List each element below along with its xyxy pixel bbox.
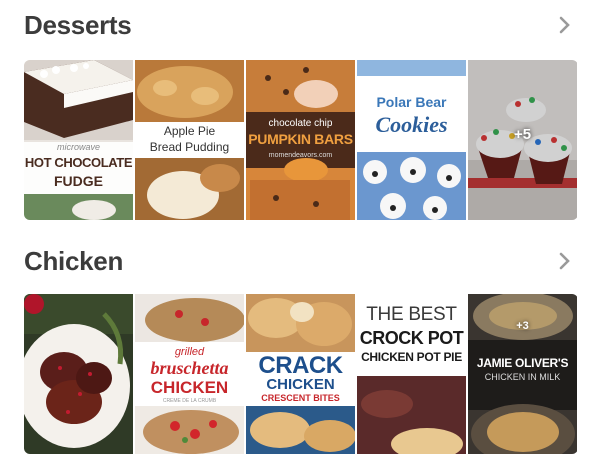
tile-caption-line1: Polar Bear bbox=[376, 94, 447, 110]
section-title: Chicken bbox=[24, 246, 124, 276]
tile-caption-line3: CHICKEN bbox=[150, 378, 229, 397]
recipe-tile-apple-pie-bread-pudding[interactable]: Apple Pie Bread Pudding bbox=[135, 60, 244, 220]
tile-caption-line2: Bread Pudding bbox=[149, 140, 230, 154]
chevron-right-icon[interactable] bbox=[554, 14, 574, 36]
tile-caption-line3: FUDGE bbox=[54, 173, 103, 189]
more-count-badge: +3 bbox=[516, 320, 529, 332]
recipe-tile-glazed-chicken[interactable] bbox=[24, 294, 133, 454]
recipe-tile-hot-chocolate-fudge[interactable]: microwave HOT CHOCOLATE FUDGE bbox=[24, 60, 133, 220]
more-count-badge: +5 bbox=[513, 126, 532, 143]
section-header[interactable]: Chicken bbox=[24, 244, 578, 278]
recipe-thumbnails: grilled bruschetta CHICKEN CREME DE LA C… bbox=[24, 294, 578, 454]
recipe-tile-polar-bear-cookies[interactable]: Polar Bear Cookies bbox=[357, 60, 466, 220]
tile-caption-line4: CREME DE LA CRUMB bbox=[162, 398, 217, 404]
tile-caption-line1: microwave bbox=[56, 142, 100, 152]
tile-caption-line2: CHICKEN bbox=[266, 376, 335, 393]
tile-caption-line3: CRESCENT BITES bbox=[261, 393, 340, 403]
recipe-tile-crock-pot-chicken-pot-pie[interactable]: THE BEST CROCK POT CHICKEN POT PIE bbox=[357, 294, 466, 454]
tile-caption-line1: chocolate chip bbox=[268, 118, 333, 129]
recipe-tile-chicken-in-milk[interactable]: +3 JAMIE OLIVER'S CHICKEN IN MILK bbox=[468, 294, 577, 454]
tile-caption-line2: CHICKEN IN MILK bbox=[484, 372, 561, 382]
tile-caption-line3: CHICKEN POT PIE bbox=[361, 350, 462, 364]
tile-caption-line1: THE BEST bbox=[366, 304, 457, 325]
tile-caption-line2: PUMPKIN BARS bbox=[248, 131, 353, 147]
section-header[interactable]: Desserts bbox=[24, 8, 578, 42]
tile-caption-line1: Apple Pie bbox=[163, 124, 216, 138]
recipe-tile-bruschetta-chicken[interactable]: grilled bruschetta CHICKEN CREME DE LA C… bbox=[135, 294, 244, 454]
recipe-image bbox=[24, 60, 133, 220]
tile-caption-line2: bruschetta bbox=[150, 358, 229, 378]
chevron-right-icon[interactable] bbox=[554, 250, 574, 272]
tile-caption-line2: CROCK POT bbox=[359, 328, 464, 348]
tile-caption-line2: HOT CHOCOLATE bbox=[24, 155, 133, 170]
tile-caption-line3: momendeavors.com bbox=[268, 152, 333, 159]
recipe-thumbnails: microwave HOT CHOCOLATE FUDGE Apple Pie … bbox=[24, 60, 578, 220]
recipe-image bbox=[357, 60, 466, 220]
tile-caption-line1: grilled bbox=[174, 346, 205, 358]
section-title: Desserts bbox=[24, 10, 132, 40]
recipe-tile-crack-chicken[interactable]: CRACK CHICKEN CRESCENT BITES bbox=[246, 294, 355, 454]
tile-caption-line1: JAMIE OLIVER'S bbox=[476, 356, 569, 370]
recipe-tile-pumpkin-bars[interactable]: chocolate chip PUMPKIN BARS momendeavors… bbox=[246, 60, 355, 220]
recipe-tile-more[interactable]: +5 bbox=[468, 60, 577, 220]
recipe-image bbox=[24, 294, 133, 454]
tile-caption-line2: Cookies bbox=[375, 112, 448, 137]
